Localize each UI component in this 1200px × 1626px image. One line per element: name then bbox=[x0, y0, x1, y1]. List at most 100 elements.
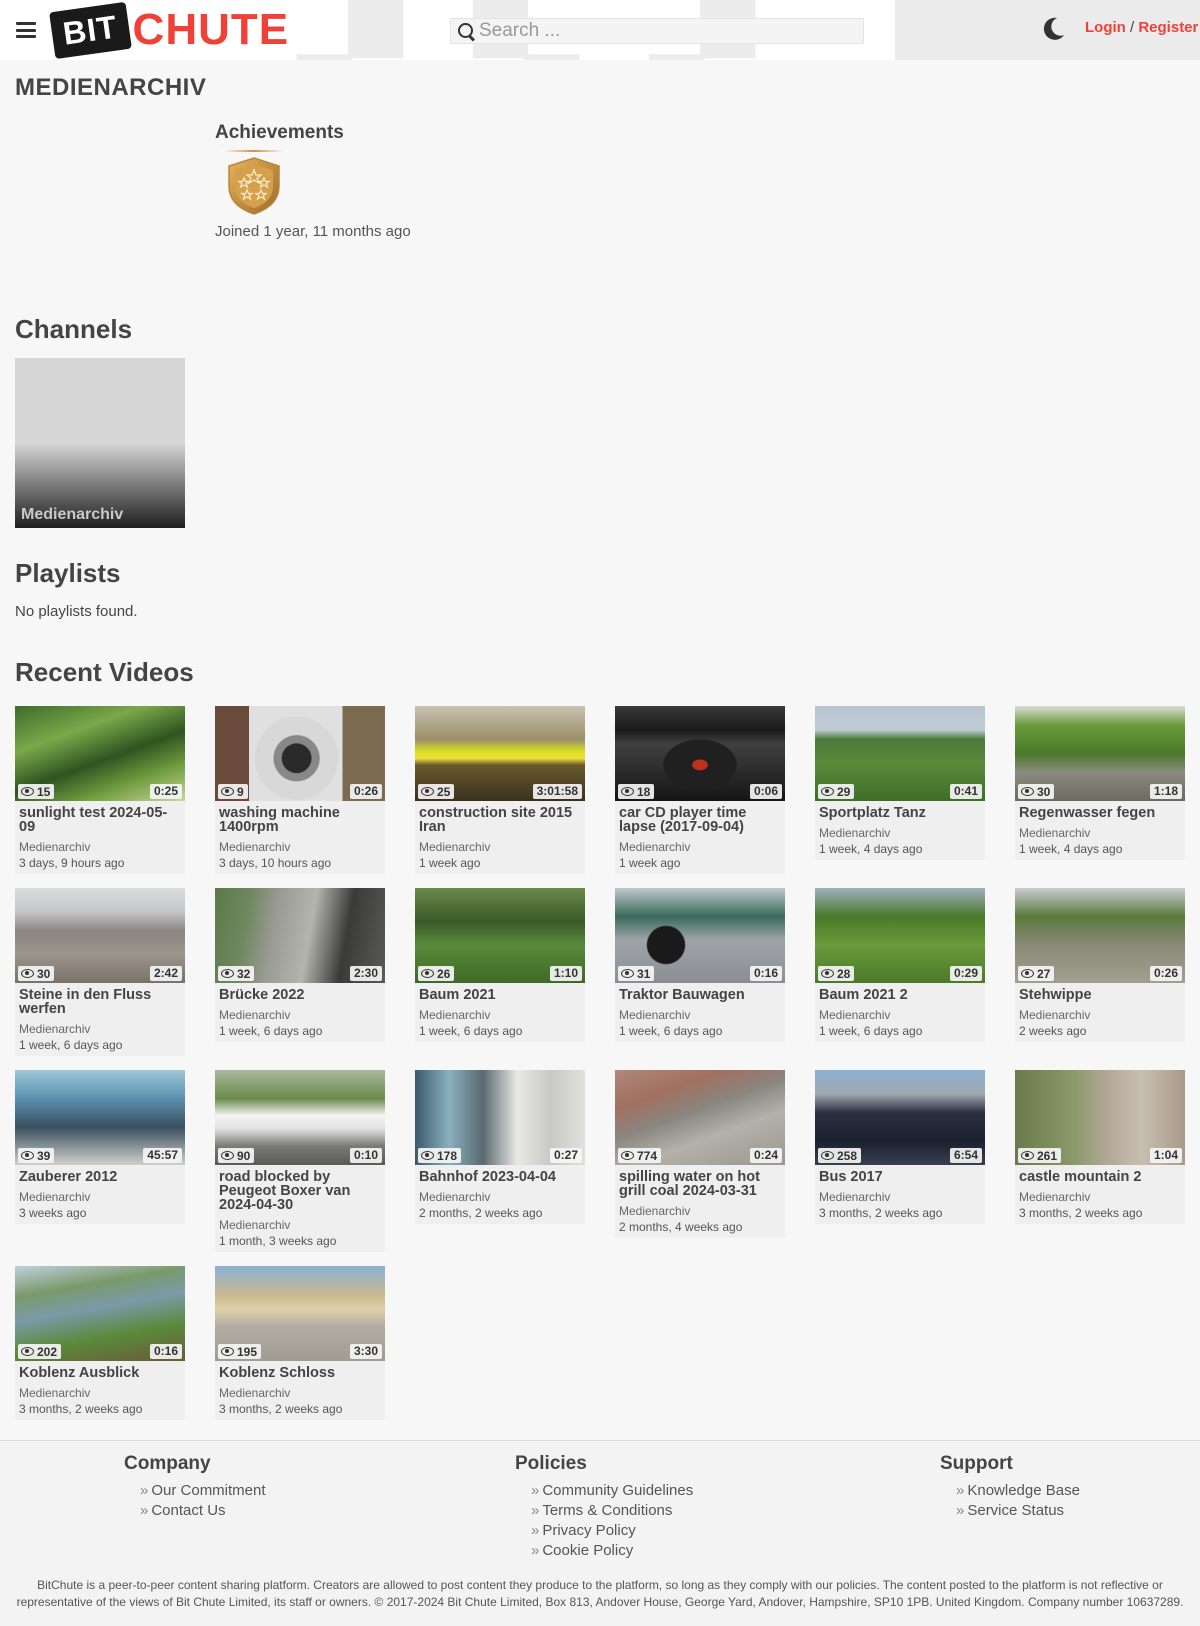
footer-link-community-guidelines[interactable]: Community Guidelines bbox=[531, 1481, 693, 1501]
video-card[interactable]: 15 0:25 sunlight test 2024-05-09 Mediena… bbox=[15, 706, 185, 874]
video-card[interactable]: 25 3:01:58 construction site 2015 Iran M… bbox=[415, 706, 585, 874]
video-thumbnail[interactable]: 30 2:42 bbox=[15, 888, 185, 983]
video-title[interactable]: Sportplatz Tanz bbox=[819, 806, 981, 821]
video-card[interactable]: 32 2:30 Brücke 2022 Medienarchiv 1 week,… bbox=[215, 888, 385, 1042]
video-title[interactable]: Traktor Bauwagen bbox=[619, 988, 781, 1003]
video-thumbnail[interactable]: 27 0:26 bbox=[1015, 888, 1185, 983]
video-title[interactable]: Koblenz Ausblick bbox=[19, 1366, 181, 1381]
video-card[interactable]: 26 1:10 Baum 2021 Medienarchiv 1 week, 6… bbox=[415, 888, 585, 1042]
video-thumbnail[interactable]: 32 2:30 bbox=[215, 888, 385, 983]
view-count: 25 bbox=[437, 784, 451, 799]
video-card[interactable]: 90 0:10 road blocked by Peugeot Boxer va… bbox=[215, 1070, 385, 1252]
register-link[interactable]: Register bbox=[1138, 19, 1198, 36]
video-channel[interactable]: Medienarchiv bbox=[619, 1203, 781, 1219]
video-channel[interactable]: Medienarchiv bbox=[419, 839, 581, 855]
menu-icon[interactable] bbox=[16, 22, 36, 38]
footer-link-terms-conditions[interactable]: Terms & Conditions bbox=[531, 1501, 693, 1521]
video-channel[interactable]: Medienarchiv bbox=[619, 1007, 781, 1023]
footer-link-our-commitment[interactable]: Our Commitment bbox=[140, 1481, 265, 1501]
video-thumbnail[interactable]: 202 0:16 bbox=[15, 1266, 185, 1361]
video-title[interactable]: car CD player time lapse (2017-09-04) bbox=[619, 806, 781, 835]
video-channel[interactable]: Medienarchiv bbox=[219, 1217, 381, 1233]
video-thumbnail[interactable]: 261 1:04 bbox=[1015, 1070, 1185, 1165]
video-thumbnail[interactable]: 28 0:29 bbox=[815, 888, 985, 983]
video-title[interactable]: Bahnhof 2023-04-04 bbox=[419, 1170, 581, 1185]
video-channel[interactable]: Medienarchiv bbox=[419, 1007, 581, 1023]
video-title[interactable]: castle mountain 2 bbox=[1019, 1170, 1181, 1185]
video-title[interactable]: Zauberer 2012 bbox=[19, 1170, 181, 1185]
video-thumbnail[interactable]: 29 0:41 bbox=[815, 706, 985, 801]
video-channel[interactable]: Medienarchiv bbox=[1019, 1007, 1181, 1023]
search-icon[interactable] bbox=[455, 20, 477, 42]
video-title[interactable]: Bus 2017 bbox=[819, 1170, 981, 1185]
video-channel[interactable]: Medienarchiv bbox=[219, 1007, 381, 1023]
video-thumbnail[interactable]: 25 3:01:58 bbox=[415, 706, 585, 801]
video-channel[interactable]: Medienarchiv bbox=[1019, 825, 1181, 841]
video-title[interactable]: Baum 2021 2 bbox=[819, 988, 981, 1003]
video-channel[interactable]: Medienarchiv bbox=[819, 1007, 981, 1023]
video-thumbnail[interactable]: 30 1:18 bbox=[1015, 706, 1185, 801]
search-input[interactable] bbox=[477, 20, 857, 42]
footer-link-privacy-policy[interactable]: Privacy Policy bbox=[531, 1521, 693, 1541]
channel-card[interactable]: Medienarchiv bbox=[15, 358, 185, 528]
footer-link-knowledge-base[interactable]: Knowledge Base bbox=[956, 1481, 1080, 1501]
video-card[interactable]: 261 1:04 castle mountain 2 Medienarchiv … bbox=[1015, 1070, 1185, 1224]
video-card[interactable]: 30 1:18 Regenwasser fegen Medienarchiv 1… bbox=[1015, 706, 1185, 860]
video-channel[interactable]: Medienarchiv bbox=[19, 1021, 181, 1037]
video-channel[interactable]: Medienarchiv bbox=[1019, 1189, 1181, 1205]
video-card[interactable]: 30 2:42 Steine in den Fluss werfen Medie… bbox=[15, 888, 185, 1056]
video-thumbnail[interactable]: 195 3:30 bbox=[215, 1266, 385, 1361]
video-card[interactable]: 195 3:30 Koblenz Schloss Medienarchiv 3 … bbox=[215, 1266, 385, 1420]
footer-link-service-status[interactable]: Service Status bbox=[956, 1501, 1080, 1521]
login-link[interactable]: Login bbox=[1085, 19, 1126, 36]
video-card[interactable]: 18 0:06 car CD player time lapse (2017-0… bbox=[615, 706, 785, 874]
video-channel[interactable]: Medienarchiv bbox=[219, 839, 381, 855]
video-card[interactable]: 27 0:26 Stehwippe Medienarchiv 2 weeks a… bbox=[1015, 888, 1185, 1042]
video-title[interactable]: sunlight test 2024-05-09 bbox=[19, 806, 181, 835]
video-card[interactable]: 28 0:29 Baum 2021 2 Medienarchiv 1 week,… bbox=[815, 888, 985, 1042]
video-thumbnail[interactable]: 9 0:26 bbox=[215, 706, 385, 801]
video-channel[interactable]: Medienarchiv bbox=[19, 839, 181, 855]
video-card[interactable]: 9 0:26 washing machine 1400rpm Medienarc… bbox=[215, 706, 385, 874]
eye-icon bbox=[621, 969, 634, 978]
video-channel[interactable]: Medienarchiv bbox=[819, 1189, 981, 1205]
video-title[interactable]: construction site 2015 Iran bbox=[419, 806, 581, 835]
video-meta: Traktor Bauwagen Medienarchiv 1 week, 6 … bbox=[615, 983, 785, 1042]
bitchute-logo[interactable]: BIT CHUTE bbox=[49, 1, 289, 59]
video-channel[interactable]: Medienarchiv bbox=[819, 825, 981, 841]
video-thumbnail[interactable]: 15 0:25 bbox=[15, 706, 185, 801]
video-card[interactable]: 31 0:16 Traktor Bauwagen Medienarchiv 1 … bbox=[615, 888, 785, 1042]
video-channel[interactable]: Medienarchiv bbox=[419, 1189, 581, 1205]
video-channel[interactable]: Medienarchiv bbox=[219, 1385, 381, 1401]
video-thumbnail[interactable]: 39 45:57 bbox=[15, 1070, 185, 1165]
video-card[interactable]: 29 0:41 Sportplatz Tanz Medienarchiv 1 w… bbox=[815, 706, 985, 860]
video-thumbnail[interactable]: 774 0:24 bbox=[615, 1070, 785, 1165]
video-thumbnail[interactable]: 90 0:10 bbox=[215, 1070, 385, 1165]
video-channel[interactable]: Medienarchiv bbox=[19, 1385, 181, 1401]
video-card[interactable]: 774 0:24 spilling water on hot grill coa… bbox=[615, 1070, 785, 1238]
video-title[interactable]: spilling water on hot grill coal 2024-03… bbox=[619, 1170, 781, 1199]
video-title[interactable]: Brücke 2022 bbox=[219, 988, 381, 1003]
video-title[interactable]: Steine in den Fluss werfen bbox=[19, 988, 181, 1017]
video-title[interactable]: road blocked by Peugeot Boxer van 2024-0… bbox=[219, 1170, 381, 1213]
footer-link-cookie-policy[interactable]: Cookie Policy bbox=[531, 1541, 693, 1561]
footer-link-contact-us[interactable]: Contact Us bbox=[140, 1501, 266, 1521]
video-thumbnail[interactable]: 258 6:54 bbox=[815, 1070, 985, 1165]
video-title[interactable]: Koblenz Schloss bbox=[219, 1366, 381, 1381]
video-channel[interactable]: Medienarchiv bbox=[19, 1189, 181, 1205]
video-title[interactable]: Stehwippe bbox=[1019, 988, 1181, 1003]
video-thumbnail[interactable]: 31 0:16 bbox=[615, 888, 785, 983]
video-thumbnail[interactable]: 26 1:10 bbox=[415, 888, 585, 983]
achievement-badge-icon[interactable] bbox=[226, 156, 282, 216]
video-card[interactable]: 178 0:27 Bahnhof 2023-04-04 Medienarchiv… bbox=[415, 1070, 585, 1224]
video-title[interactable]: Baum 2021 bbox=[419, 988, 581, 1003]
dark-mode-moon-icon[interactable] bbox=[1040, 16, 1066, 42]
video-thumbnail[interactable]: 178 0:27 bbox=[415, 1070, 585, 1165]
video-thumbnail[interactable]: 18 0:06 bbox=[615, 706, 785, 801]
video-card[interactable]: 258 6:54 Bus 2017 Medienarchiv 3 months,… bbox=[815, 1070, 985, 1224]
video-title[interactable]: washing machine 1400rpm bbox=[219, 806, 381, 835]
video-card[interactable]: 39 45:57 Zauberer 2012 Medienarchiv 3 we… bbox=[15, 1070, 185, 1224]
video-card[interactable]: 202 0:16 Koblenz Ausblick Medienarchiv 3… bbox=[15, 1266, 185, 1420]
video-channel[interactable]: Medienarchiv bbox=[619, 839, 781, 855]
video-title[interactable]: Regenwasser fegen bbox=[1019, 806, 1181, 821]
